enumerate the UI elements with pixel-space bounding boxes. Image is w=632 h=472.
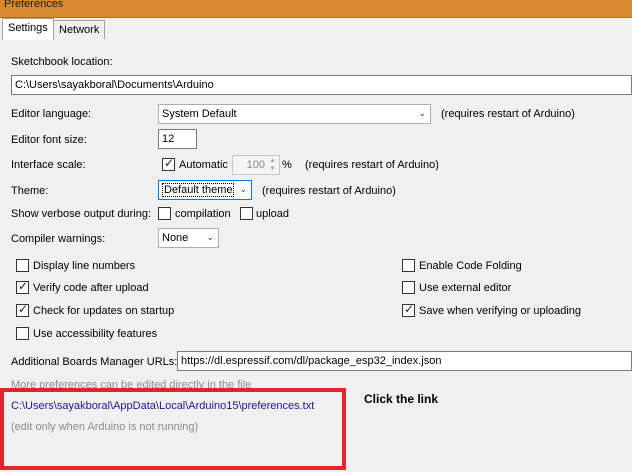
compilation-checkbox[interactable] <box>158 207 171 220</box>
check-updates-label: Check for updates on startup <box>33 305 175 317</box>
accessibility-checkbox[interactable] <box>16 327 29 340</box>
code-folding-label: Enable Code Folding <box>419 260 522 272</box>
interface-scale-label: Interface scale: <box>11 159 86 171</box>
font-size-label: Editor font size: <box>11 134 87 146</box>
window-title: Preferences <box>4 0 64 10</box>
verify-code-label: Verify code after upload <box>33 282 149 294</box>
theme-note: (requires restart of Arduino) <box>262 185 396 197</box>
editor-language-note: (requires restart of Arduino) <box>441 108 575 120</box>
red-highlight-box <box>0 388 346 470</box>
font-size-field[interactable]: 12 <box>158 129 197 149</box>
upload-checkbox[interactable] <box>240 207 253 220</box>
tab-strip: Settings Network <box>0 18 632 40</box>
tab-settings[interactable]: Settings <box>2 18 54 40</box>
scale-note: (requires restart of Arduino) <box>305 159 439 171</box>
checkmark-icon: ✓ <box>404 302 415 316</box>
upload-label: upload <box>256 208 290 220</box>
checkmark-icon: ✓ <box>18 279 29 293</box>
sketchbook-label: Sketchbook location: <box>11 56 113 68</box>
scale-spinner[interactable]: 100 ▲ ▼ <box>232 155 280 175</box>
editor-language-value: System Default <box>162 108 237 120</box>
editor-language-dropdown[interactable]: System Default ⌄ <box>158 104 431 124</box>
compiler-warnings-value: None <box>162 232 189 244</box>
chevron-down-icon: ⌄ <box>418 108 426 118</box>
theme-value: Default theme <box>162 183 235 197</box>
checkmark-icon: ✓ <box>164 156 175 170</box>
save-on-verify-label: Save when verifying or uploading <box>419 305 582 317</box>
code-folding-checkbox[interactable] <box>402 259 415 272</box>
chevron-down-icon: ⌄ <box>239 184 247 194</box>
boards-url-field[interactable]: https://dl.espressif.com/dl/package_esp3… <box>177 351 632 371</box>
display-line-numbers-label: Display line numbers <box>33 260 136 272</box>
spinner-up-icon[interactable]: ▲ <box>267 157 278 165</box>
check-updates-checkbox[interactable]: ✓ <box>16 302 29 317</box>
tab-network[interactable]: Network <box>53 20 106 40</box>
accessibility-label: Use accessibility features <box>33 328 158 340</box>
compiler-warnings-label: Compiler warnings: <box>11 233 106 245</box>
boards-url-label: Additional Boards Manager URLs: <box>11 356 178 368</box>
theme-label: Theme: <box>11 185 49 197</box>
tab-network-label: Network <box>59 24 100 36</box>
scale-value: 100 <box>246 159 265 171</box>
verify-code-checkbox[interactable]: ✓ <box>16 279 29 294</box>
automatic-label: Automatic <box>179 159 228 171</box>
editor-language-label: Editor language: <box>11 108 92 120</box>
click-the-link-annotation: Click the link <box>364 392 439 406</box>
sketchbook-location-field[interactable]: C:\Users\sayakboral\Documents\Arduino <box>11 75 632 95</box>
checkmark-icon: ✓ <box>18 302 29 316</box>
window-titlebar: Preferences <box>0 0 632 18</box>
theme-dropdown[interactable]: Default theme ⌄ <box>158 180 252 200</box>
spinner-down-icon[interactable]: ▼ <box>267 165 278 173</box>
automatic-checkbox[interactable]: ✓ <box>162 156 175 171</box>
compilation-label: compilation <box>175 208 231 220</box>
external-editor-label: Use external editor <box>419 282 512 294</box>
compiler-warnings-dropdown[interactable]: None ⌄ <box>158 228 219 248</box>
save-on-verify-checkbox[interactable]: ✓ <box>402 302 415 317</box>
tab-settings-label: Settings <box>8 22 48 34</box>
scale-unit: % <box>282 159 292 171</box>
chevron-down-icon: ⌄ <box>206 232 214 242</box>
display-line-numbers-checkbox[interactable] <box>16 259 29 272</box>
verbose-label: Show verbose output during: <box>11 208 152 220</box>
external-editor-checkbox[interactable] <box>402 281 415 294</box>
